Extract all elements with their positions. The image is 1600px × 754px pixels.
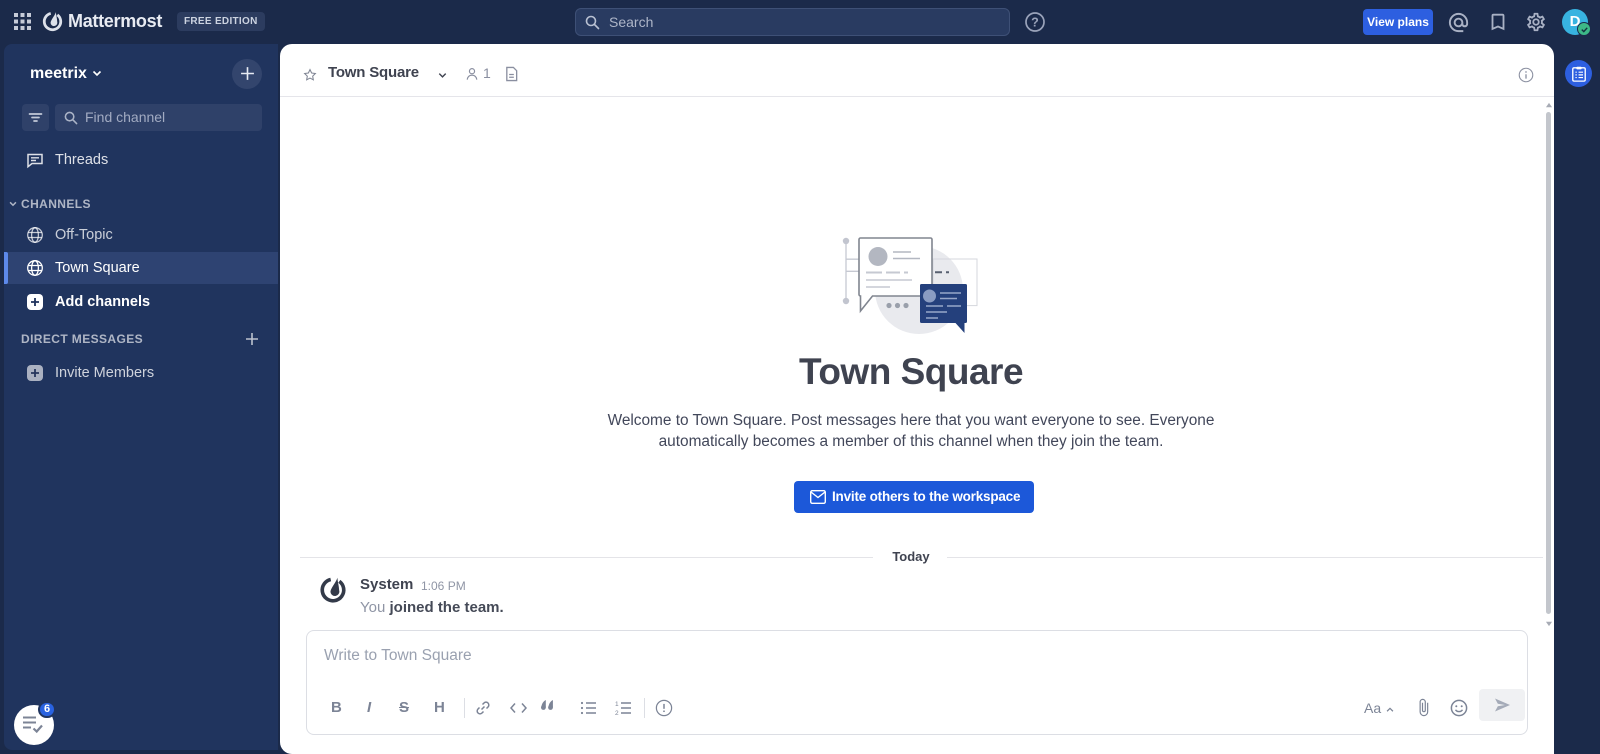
- svg-text:?: ?: [1031, 15, 1039, 29]
- svg-text:1: 1: [615, 701, 619, 708]
- svg-text:2: 2: [615, 710, 619, 716]
